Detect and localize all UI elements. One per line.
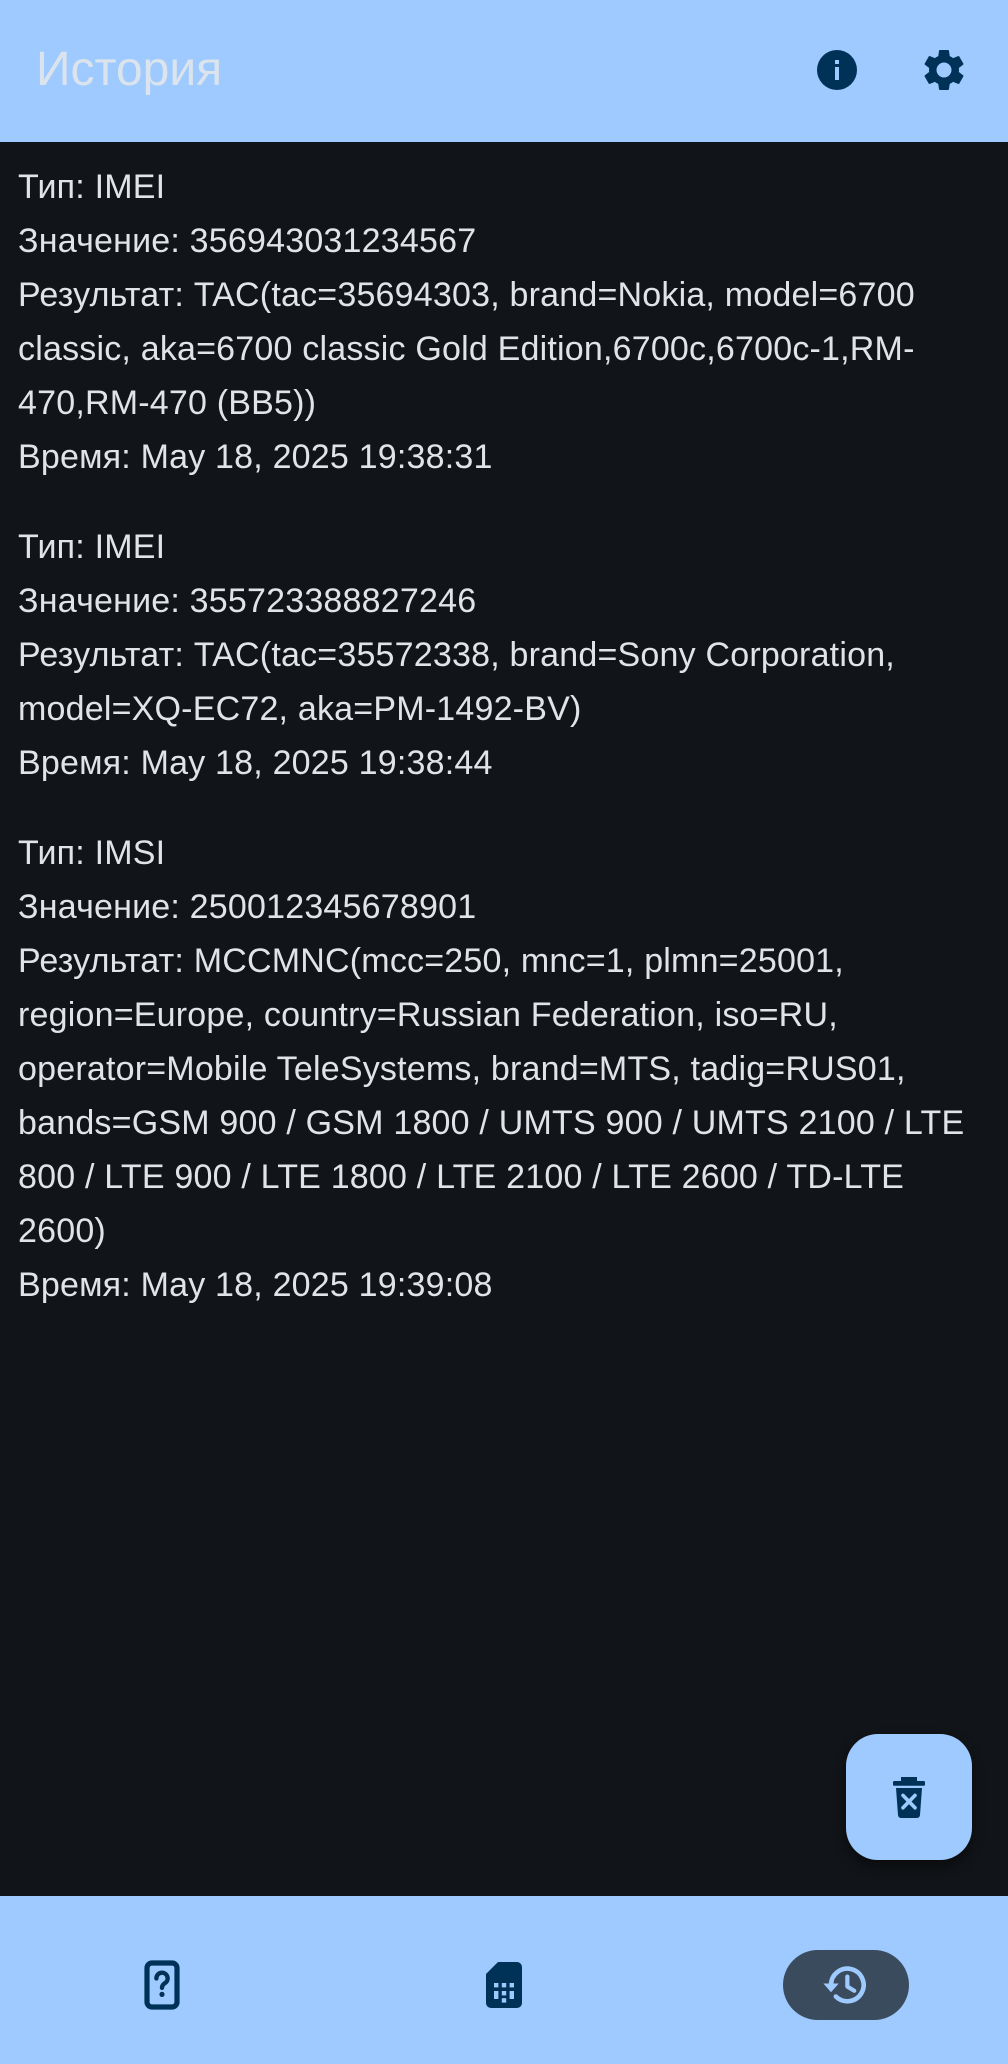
bottom-navigation: [0, 1896, 1008, 2064]
nav-item-history[interactable]: [783, 1950, 909, 2020]
nav-item-imei[interactable]: [99, 1950, 225, 2020]
entry-time: Время: May 18, 2025 19:39:08: [18, 1266, 493, 1304]
entry-value: Значение: 356943031234567: [18, 222, 477, 260]
nav-item-imsi[interactable]: [441, 1950, 567, 2020]
history-list[interactable]: Тип: IMEI Значение: 356943031234567 Резу…: [0, 142, 1008, 1348]
gear-icon: [924, 49, 964, 90]
entry-result: Результат: MCCMNC(mcc=250, mnc=1, plmn=2…: [18, 942, 965, 1250]
clear-history-button[interactable]: [846, 1734, 972, 1860]
history-entry: Тип: IMSI Значение: 250012345678901 Резу…: [18, 826, 990, 1312]
entry-result: Результат: TAC(tac=35694303, brand=Nokia…: [18, 276, 915, 422]
sim-card-icon: [486, 1962, 522, 2008]
history-entry: Тип: IMEI Значение: 355723388827246 Резу…: [18, 520, 990, 790]
info-icon: [817, 50, 857, 90]
top-app-bar: История: [0, 0, 1008, 142]
history-screen: История Тип: IMEI Значение: 356943031234…: [0, 0, 1008, 2064]
entry-type: Тип: IMSI: [18, 834, 166, 872]
settings-button[interactable]: [912, 38, 976, 102]
entry-type: Тип: IMEI: [18, 528, 166, 566]
phone-question-icon: [144, 1960, 180, 2010]
entry-time: Время: May 18, 2025 19:38:31: [18, 438, 493, 476]
info-button[interactable]: [805, 38, 869, 102]
entry-time: Время: May 18, 2025 19:38:44: [18, 744, 493, 782]
entry-value: Значение: 250012345678901: [18, 888, 477, 926]
entry-type: Тип: IMEI: [18, 168, 166, 206]
entry-value: Значение: 355723388827246: [18, 582, 477, 620]
history-icon: [823, 1966, 866, 2004]
delete-history-icon: [893, 1777, 925, 1818]
page-title: История: [36, 43, 223, 96]
history-entry: Тип: IMEI Значение: 356943031234567 Резу…: [18, 160, 990, 484]
entry-result: Результат: TAC(tac=35572338, brand=Sony …: [18, 636, 895, 728]
